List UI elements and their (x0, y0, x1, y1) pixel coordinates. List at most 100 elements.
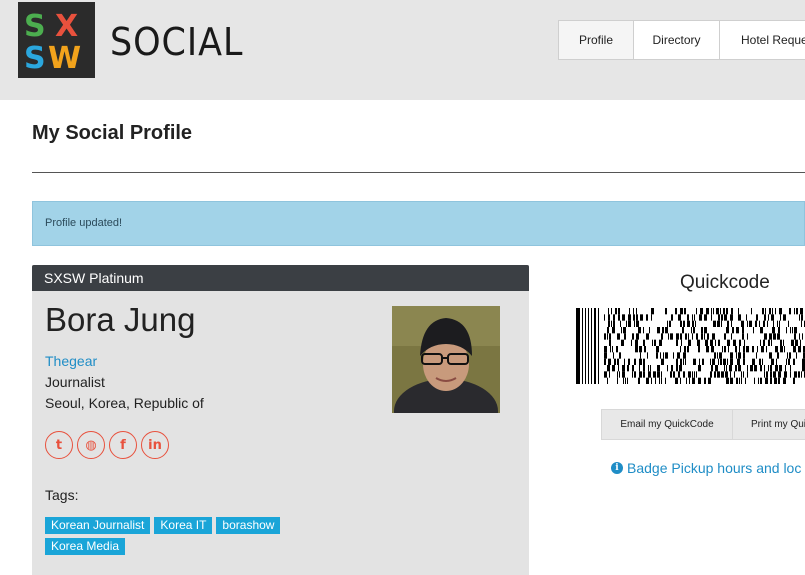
barcode-module (721, 314, 723, 321)
barcode-module (770, 371, 772, 378)
barcode-module (676, 358, 678, 365)
barcode-module (588, 308, 589, 384)
tags-label: Tags: (45, 487, 79, 503)
barcode-module (732, 327, 734, 334)
barcode-module (633, 308, 634, 315)
barcode-module (738, 314, 741, 321)
barcode-module (759, 320, 760, 327)
barcode-module (680, 308, 683, 315)
nav-hotel-requests[interactable]: Hotel Reque (719, 20, 805, 60)
barcode-module (657, 327, 660, 334)
badge-pickup-link[interactable]: i Badge Pickup hours and loc (611, 460, 801, 476)
globe-icon[interactable]: ◍ (77, 431, 105, 459)
barcode-module (717, 352, 718, 359)
barcode-module (736, 352, 737, 359)
nav-directory[interactable]: Directory (633, 20, 720, 60)
barcode-module (604, 371, 607, 378)
barcode-module (744, 339, 745, 346)
barcode-module (613, 314, 615, 321)
facebook-icon[interactable]: f (109, 431, 137, 459)
barcode-module (638, 377, 640, 384)
barcode-module (734, 371, 735, 378)
barcode-module (759, 358, 761, 365)
barcode-module (608, 320, 610, 327)
barcode-module (643, 327, 644, 334)
barcode-module (678, 371, 680, 378)
barcode-module (727, 358, 728, 365)
barcode-module (608, 308, 609, 315)
logo-letter-x: X (55, 9, 78, 44)
email-quickcode-button[interactable]: Email my QuickCode (601, 409, 733, 440)
barcode-module (607, 365, 610, 372)
tag-item[interactable]: Korea IT (154, 517, 213, 534)
barcode-module (789, 308, 791, 315)
barcode-module (801, 320, 802, 327)
barcode-module (714, 371, 716, 378)
barcode-module (620, 320, 621, 327)
barcode-module (676, 365, 678, 372)
barcode-module (800, 339, 801, 346)
barcode-module (783, 339, 784, 346)
barcode-module (783, 377, 786, 384)
barcode-module (710, 358, 711, 365)
barcode-module (764, 371, 765, 378)
barcode-module (726, 365, 727, 372)
barcode-module (723, 308, 725, 315)
barcode-module (786, 358, 787, 365)
nav-profile[interactable]: Profile (558, 20, 634, 60)
barcode-module (646, 377, 649, 384)
barcode-module (789, 352, 791, 359)
tag-item[interactable]: borashow (216, 517, 281, 534)
barcode-module (692, 333, 693, 340)
barcode-module (636, 320, 639, 327)
barcode-module (643, 339, 645, 346)
barcode-module (667, 320, 668, 327)
tag-item[interactable]: Korean Journalist (45, 517, 151, 534)
barcode-module (738, 365, 741, 372)
barcode-module (775, 308, 776, 315)
badge-pickup-label: Badge Pickup hours and loc (627, 460, 802, 476)
barcode-module (793, 358, 795, 365)
barcode-module (646, 314, 648, 321)
barcode-module (760, 365, 762, 372)
profile-company-link[interactable]: Thegear (45, 353, 97, 369)
barcode-module (758, 377, 759, 384)
twitter-icon[interactable]: t (45, 431, 73, 459)
tag-item[interactable]: Korea Media (45, 538, 126, 555)
barcode-module (791, 339, 794, 346)
barcode-module (715, 365, 718, 372)
barcode-module (633, 314, 635, 321)
barcode-module (745, 377, 746, 384)
barcode-module (634, 358, 636, 365)
profile-job-title: Journalist (45, 374, 105, 390)
quickcode-actions: Email my QuickCode Print my Qui (601, 409, 805, 440)
barcode-module (694, 371, 695, 378)
barcode-module (746, 314, 747, 321)
barcode-module (628, 358, 630, 365)
barcode-module (743, 352, 745, 359)
barcode-module (724, 314, 727, 321)
print-quickcode-button[interactable]: Print my Qui (732, 409, 805, 440)
barcode-module (747, 365, 748, 372)
barcode-module (691, 327, 692, 334)
barcode-module (785, 365, 786, 372)
barcode-module (755, 320, 757, 327)
barcode-module (636, 314, 638, 321)
sxsw-logo[interactable]: S X S W (18, 2, 95, 78)
barcode-module (649, 327, 650, 334)
linkedin-icon[interactable]: in (141, 431, 169, 459)
barcode-module (665, 377, 666, 384)
barcode-module (754, 377, 755, 384)
barcode-module (665, 352, 668, 359)
barcode-module (788, 320, 789, 327)
barcode-module (747, 320, 748, 327)
barcode-module (617, 358, 619, 365)
barcode-module (604, 314, 605, 321)
brand-title: SOCIAL (110, 20, 244, 64)
barcode-module (671, 365, 673, 372)
barcode-module (679, 365, 682, 372)
barcode-module (673, 352, 674, 359)
barcode-module (652, 339, 653, 346)
barcode-module (635, 339, 638, 346)
barcode-module (687, 346, 689, 353)
